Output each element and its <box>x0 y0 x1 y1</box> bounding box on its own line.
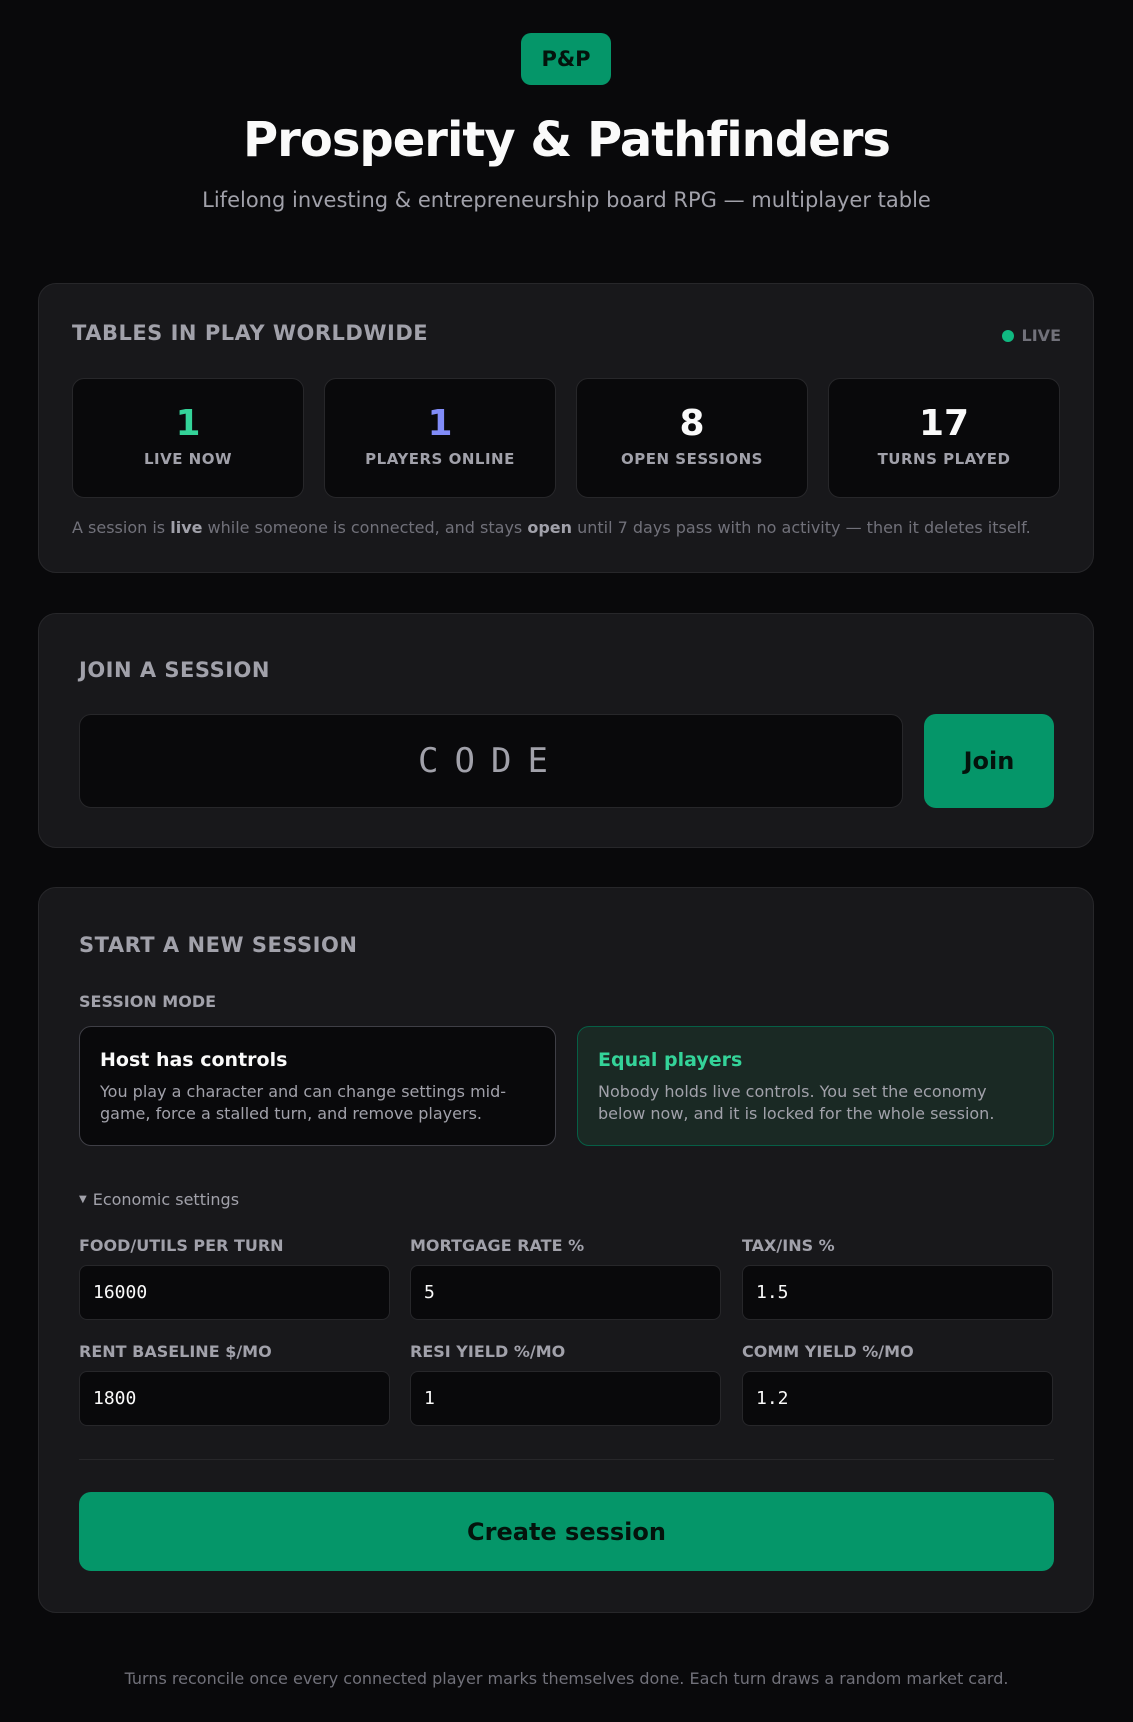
live-dot-icon <box>1001 329 1014 342</box>
caret-down-icon: ▼ <box>79 1194 87 1205</box>
page-title: Prosperity & Pathfinders <box>242 112 891 168</box>
note-text: while someone is connected, and stays <box>202 518 528 537</box>
stat-turns-played: 17 TURNS PLAYED <box>828 378 1060 498</box>
field-label-rent-baseline: RENT BASELINE $/MO <box>79 1342 272 1361</box>
session-lifecycle-note: A session is live while someone is conne… <box>72 518 1031 537</box>
stat-value: 17 <box>918 403 970 444</box>
resi-yield-input[interactable] <box>410 1371 721 1426</box>
economic-settings-label: Economic settings <box>92 1190 240 1209</box>
stat-value: 1 <box>175 403 201 444</box>
tax-ins-input[interactable] <box>742 1265 1053 1320</box>
create-session-button[interactable]: Create session <box>79 1492 1054 1571</box>
field-label-mortgage-rate: MORTGAGE RATE % <box>410 1236 585 1255</box>
field-label-comm-yield: COMM YIELD %/MO <box>742 1342 914 1361</box>
stat-label: PLAYERS ONLINE <box>365 450 515 468</box>
note-emphasis-live: live <box>170 518 203 537</box>
stat-live-now: 1 LIVE NOW <box>72 378 304 498</box>
join-title: JOIN A SESSION <box>79 658 270 682</box>
field-label-resi-yield: RESI YIELD %/MO <box>410 1342 566 1361</box>
stat-label: OPEN SESSIONS <box>621 450 763 468</box>
stat-label: LIVE NOW <box>143 450 233 468</box>
stat-value: 8 <box>679 403 705 444</box>
mode-title: Host has controls <box>100 1049 288 1071</box>
new-session-card: START A NEW SESSION SESSION MODE Host ha… <box>38 887 1094 1613</box>
join-session-card: JOIN A SESSION Join <box>38 613 1094 848</box>
stat-players-online: 1 PLAYERS ONLINE <box>324 378 556 498</box>
field-label-tax-ins: TAX/INS % <box>742 1236 835 1255</box>
note-text: until 7 days pass with no activity — the… <box>572 518 1031 537</box>
note-text: A session is <box>72 518 171 537</box>
stats-card: TABLES IN PLAY WORLDWIDE LIVE 1 LIVE NOW… <box>38 283 1094 573</box>
stats-title: TABLES IN PLAY WORLDWIDE <box>72 321 429 345</box>
mode-option-equal-players[interactable]: Equal players Nobody holds live controls… <box>577 1026 1054 1146</box>
footer-note: Turns reconcile once every connected pla… <box>124 1669 1009 1688</box>
join-button[interactable]: Join <box>924 714 1054 808</box>
economic-settings-toggle[interactable]: ▼ Economic settings <box>79 1190 239 1209</box>
mode-option-host-controls[interactable]: Host has controls You play a character a… <box>79 1026 556 1146</box>
stat-label: TURNS PLAYED <box>877 450 1011 468</box>
mode-title: Equal players <box>598 1049 743 1071</box>
divider <box>79 1459 1054 1460</box>
session-mode-label: SESSION MODE <box>79 992 217 1011</box>
live-label: LIVE <box>1021 326 1061 345</box>
stat-value: 1 <box>427 403 453 444</box>
mode-description: Nobody holds live controls. You set the … <box>598 1082 995 1123</box>
session-code-input[interactable] <box>79 714 903 808</box>
mode-description: You play a character and can change sett… <box>100 1082 507 1123</box>
rent-baseline-input[interactable] <box>79 1371 390 1426</box>
field-label-food-utils: FOOD/UTILS PER TURN <box>79 1236 284 1255</box>
app-logo: P&P <box>521 33 611 85</box>
live-indicator: LIVE <box>1001 326 1061 345</box>
comm-yield-input[interactable] <box>742 1371 1053 1426</box>
stat-open-sessions: 8 OPEN SESSIONS <box>576 378 808 498</box>
new-session-title: START A NEW SESSION <box>79 933 358 957</box>
food-utils-input[interactable] <box>79 1265 390 1320</box>
mortgage-rate-input[interactable] <box>410 1265 721 1320</box>
page-subtitle: Lifelong investing & entrepreneurship bo… <box>202 188 931 212</box>
note-emphasis-open: open <box>527 518 573 537</box>
